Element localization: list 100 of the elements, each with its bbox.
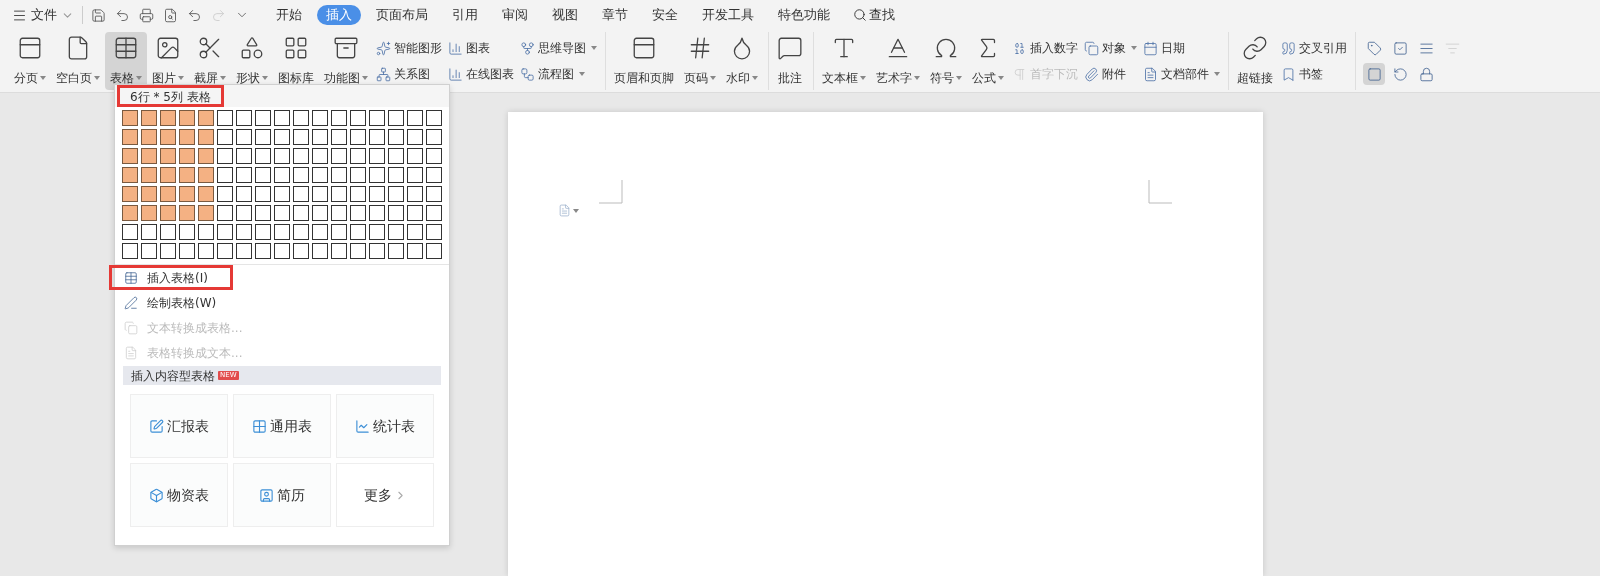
grid-cell[interactable]: [179, 129, 195, 145]
more-button[interactable]: 更多: [336, 463, 434, 527]
grid-cell[interactable]: [407, 167, 423, 183]
ribbon-tab[interactable]: 章节: [593, 5, 637, 25]
grid-cell[interactable]: [160, 224, 176, 240]
ribbon-small-button[interactable]: 关系图: [376, 64, 442, 84]
grid-cell[interactable]: [122, 167, 138, 183]
grid-cell[interactable]: [426, 224, 442, 240]
grid-cell[interactable]: [312, 167, 328, 183]
grid-cell[interactable]: [217, 243, 233, 259]
grid-cell[interactable]: [198, 205, 214, 221]
grid-cell[interactable]: [236, 186, 252, 202]
grid-cell[interactable]: [217, 110, 233, 126]
template-card[interactable]: 物资表: [130, 463, 228, 527]
ribbon-tab[interactable]: 审阅: [493, 5, 537, 25]
grid-cell[interactable]: [255, 243, 271, 259]
ribbon-tab[interactable]: 引用: [443, 5, 487, 25]
grid-cell[interactable]: [331, 110, 347, 126]
grid-cell[interactable]: [426, 186, 442, 202]
ribbon-button[interactable]: 表格: [105, 32, 147, 90]
grid-cell[interactable]: [369, 129, 385, 145]
grid-cell[interactable]: [179, 224, 195, 240]
grid-cell[interactable]: [350, 110, 366, 126]
grid-cell[interactable]: [331, 224, 347, 240]
grid-cell[interactable]: [293, 110, 309, 126]
grid-cell[interactable]: [426, 243, 442, 259]
grid-cell[interactable]: [122, 186, 138, 202]
ribbon-button[interactable]: 公式: [967, 32, 1009, 90]
grid-cell[interactable]: [274, 148, 290, 164]
grid-cell[interactable]: [388, 243, 404, 259]
grid-cell[interactable]: [255, 224, 271, 240]
grid-cell[interactable]: [388, 186, 404, 202]
ribbon-button[interactable]: 页眉和页脚: [609, 32, 679, 90]
grid-cell[interactable]: [179, 243, 195, 259]
grid-cell[interactable]: [160, 167, 176, 183]
ribbon-tab[interactable]: 开发工具: [693, 5, 763, 25]
grid-cell[interactable]: [293, 224, 309, 240]
grid-cell[interactable]: [388, 148, 404, 164]
grid-cell[interactable]: [160, 243, 176, 259]
grid-cell[interactable]: [312, 186, 328, 202]
grid-cell[interactable]: [331, 186, 347, 202]
grid-cell[interactable]: [426, 148, 442, 164]
grid-cell[interactable]: [236, 243, 252, 259]
save-icon[interactable]: [91, 7, 106, 23]
grid-cell[interactable]: [331, 129, 347, 145]
grid-cell[interactable]: [236, 167, 252, 183]
grid-cell[interactable]: [122, 243, 138, 259]
ribbon-button[interactable]: 分页: [9, 32, 51, 90]
ribbon-small-button[interactable]: 交叉引用: [1281, 38, 1347, 58]
grid-cell[interactable]: [141, 243, 157, 259]
ribbon-button[interactable]: 文本框: [817, 32, 871, 90]
ribbon-small-button[interactable]: 日期: [1143, 38, 1220, 58]
grid-cell[interactable]: [274, 205, 290, 221]
grid-cell[interactable]: [369, 148, 385, 164]
grid-cell[interactable]: [350, 186, 366, 202]
grid-cell[interactable]: [388, 110, 404, 126]
grid-cell[interactable]: [255, 148, 271, 164]
grid-cell[interactable]: [369, 167, 385, 183]
ribbon-small-button[interactable]: 书签: [1281, 64, 1347, 84]
ribbon-small-button[interactable]: 智能图形: [376, 38, 442, 58]
grid-cell[interactable]: [407, 129, 423, 145]
grid-cell[interactable]: [198, 148, 214, 164]
grid-cell[interactable]: [141, 129, 157, 145]
grid-cell[interactable]: [122, 110, 138, 126]
ribbon-tab[interactable]: 开始: [267, 5, 311, 25]
grid-cell[interactable]: [141, 167, 157, 183]
grid-cell[interactable]: [236, 205, 252, 221]
template-card[interactable]: 统计表: [336, 394, 434, 458]
menu-item[interactable]: 绘制表格(W): [109, 290, 233, 315]
grid-cell[interactable]: [141, 186, 157, 202]
grid-cell[interactable]: [274, 167, 290, 183]
grid-cell[interactable]: [312, 205, 328, 221]
grid-cell[interactable]: [198, 129, 214, 145]
grid-cell[interactable]: [179, 186, 195, 202]
grid-cell[interactable]: [179, 205, 195, 221]
grid-cell[interactable]: [293, 205, 309, 221]
grid-cell[interactable]: [293, 186, 309, 202]
ribbon-button[interactable]: 超链接: [1232, 32, 1278, 90]
grid-cell[interactable]: [331, 148, 347, 164]
grid-cell[interactable]: [350, 243, 366, 259]
grid-cell[interactable]: [255, 167, 271, 183]
ribbon-small-button[interactable]: 附件: [1084, 64, 1137, 84]
grid-cell[interactable]: [198, 110, 214, 126]
template-card[interactable]: 简历: [233, 463, 331, 527]
grid-cell[interactable]: [274, 186, 290, 202]
grid-cell[interactable]: [331, 167, 347, 183]
grid-cell[interactable]: [312, 148, 328, 164]
grid-cell[interactable]: [255, 110, 271, 126]
grid-cell[interactable]: [350, 205, 366, 221]
grid-cell[interactable]: [160, 186, 176, 202]
grid-cell[interactable]: [312, 129, 328, 145]
grid-cell[interactable]: [350, 224, 366, 240]
grid-cell[interactable]: [198, 243, 214, 259]
grid-cell[interactable]: [217, 129, 233, 145]
grid-cell[interactable]: [255, 129, 271, 145]
grid-cell[interactable]: [141, 205, 157, 221]
grid-cell[interactable]: [217, 205, 233, 221]
grid-cell[interactable]: [274, 224, 290, 240]
ribbon-button[interactable]: 图标库: [273, 32, 319, 90]
grid-cell[interactable]: [122, 224, 138, 240]
